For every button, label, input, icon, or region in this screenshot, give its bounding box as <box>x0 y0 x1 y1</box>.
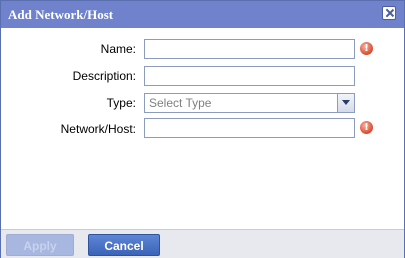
network-host-label: Network/Host: <box>60 122 136 136</box>
description-label: Description: <box>72 69 136 83</box>
dialog-footer: Apply Cancel <box>1 229 404 258</box>
type-select-value: Select Type <box>149 96 212 110</box>
close-icon[interactable] <box>382 6 396 20</box>
apply-button[interactable]: Apply <box>6 234 74 256</box>
name-label: Name: <box>100 42 136 56</box>
dialog-titlebar: Add Network/Host <box>1 1 404 28</box>
cancel-button[interactable]: Cancel <box>88 234 160 256</box>
network-host-field[interactable] <box>144 118 355 138</box>
description-field[interactable] <box>144 66 355 86</box>
error-icon: ! <box>360 121 373 134</box>
type-select[interactable]: Select Type <box>144 93 355 113</box>
chevron-down-icon[interactable] <box>337 94 354 112</box>
add-network-host-dialog: Add Network/Host Name: ! Description: Ty… <box>0 0 405 258</box>
type-label: Type: <box>106 96 136 110</box>
name-field[interactable] <box>144 39 355 59</box>
error-icon: ! <box>360 42 373 55</box>
dialog-title: Add Network/Host <box>8 7 114 22</box>
